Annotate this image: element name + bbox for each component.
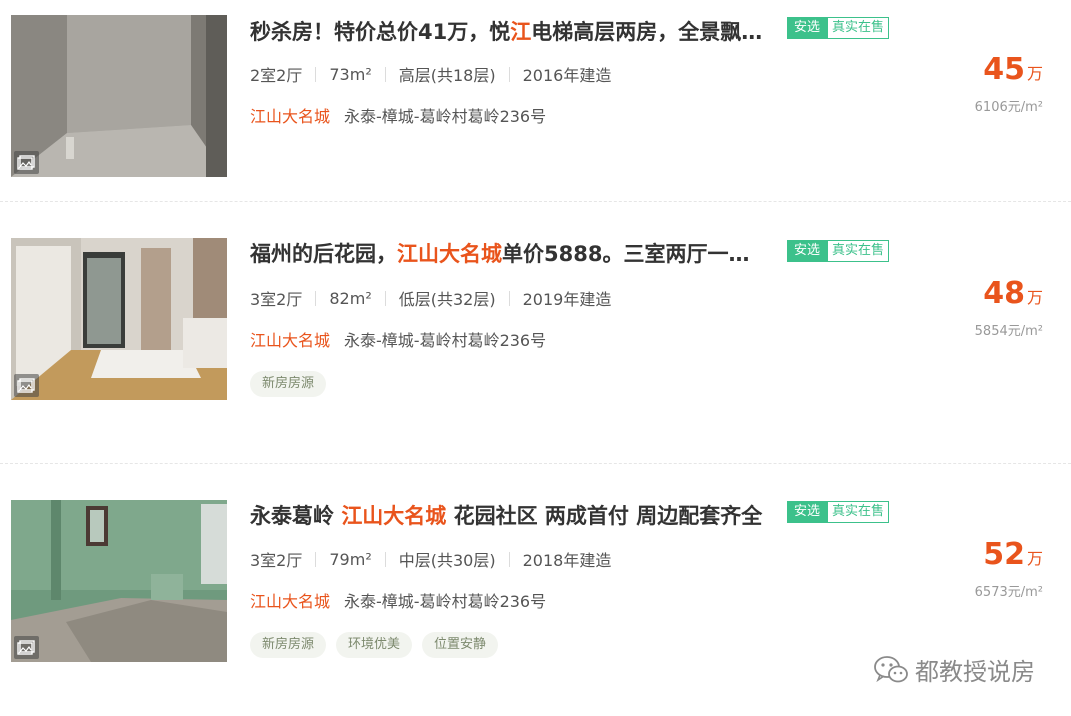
anxuan-badge: 安选: [787, 17, 828, 39]
listing-address: 江山大名城 永泰-樟城-葛岭村葛岭236号: [250, 103, 546, 127]
floor-area: 79m²: [329, 549, 372, 569]
tag-list: 新房房源: [250, 371, 336, 397]
gallery-icon: [14, 374, 39, 397]
unit-price: 6573元/m²: [974, 585, 1043, 600]
badge-group: 安选 真实在售: [787, 17, 890, 39]
build-year: 2016年建造: [522, 66, 612, 85]
real-sale-badge: 真实在售: [827, 17, 890, 39]
price-unit: 万: [1026, 549, 1043, 568]
divider: [384, 290, 386, 306]
badge-group: 安选 真实在售: [787, 501, 890, 523]
listing-address: 江山大名城 永泰-樟城-葛岭村葛岭236号: [250, 327, 546, 351]
listing-photo[interactable]: [11, 15, 227, 177]
divider: [384, 66, 386, 82]
watermark-text: 都教授说房: [915, 658, 1035, 686]
floor-level: 中层(共30层): [398, 551, 496, 570]
feature-tag: 新房房源: [250, 371, 327, 397]
build-year: 2019年建造: [522, 290, 612, 309]
listing-card[interactable]: 秒杀房！特价总价41万，悦江电梯高层两房，全景飘窗视野好 安选 真实在售 2室2…: [0, 0, 1071, 202]
room-photo: [11, 238, 227, 400]
listing-photo[interactable]: [11, 500, 227, 662]
title-text: 秒杀房！特价总价41万，悦: [250, 20, 511, 44]
real-sale-badge: 真实在售: [827, 501, 890, 523]
room-photo: [11, 500, 227, 662]
title-text: 永泰葛岭: [250, 504, 342, 528]
community-link[interactable]: 江山大名城: [250, 327, 330, 351]
community-link[interactable]: 江山大名城: [250, 103, 330, 127]
feature-tag: 环境优美: [336, 632, 413, 658]
floor-level: 高层(共18层): [398, 66, 496, 85]
divider: [508, 66, 510, 82]
badge-group: 安选 真实在售: [787, 240, 890, 262]
room-photo: [11, 15, 227, 177]
total-price: 52 万: [983, 537, 1043, 572]
watermark: 都教授说房: [873, 652, 1035, 687]
listing-info: 2室2厅 73m² 高层(共18层) 2016年建造: [250, 62, 611, 86]
listing-title[interactable]: 秒杀房！特价总价41万，悦江电梯高层两房，全景飘窗视野好: [250, 16, 770, 46]
total-price: 45 万: [983, 52, 1043, 87]
room-layout: 3室2厅: [250, 551, 303, 570]
room-layout: 2室2厅: [250, 66, 303, 85]
anxuan-badge: 安选: [787, 240, 828, 262]
tag-list: 新房房源 环境优美 位置安静: [250, 632, 508, 658]
feature-tag: 新房房源: [250, 632, 327, 658]
gallery-icon: [14, 636, 39, 659]
street-address: 永泰-樟城-葛岭村葛岭236号: [344, 592, 547, 611]
floor-area: 82m²: [329, 288, 372, 308]
divider: [508, 290, 510, 306]
title-highlight: 江山大名城: [397, 242, 502, 266]
divider: [384, 551, 386, 567]
price-value: 45: [983, 52, 1025, 87]
street-address: 永泰-樟城-葛岭村葛岭236号: [344, 107, 547, 126]
divider: [315, 290, 317, 306]
divider: [315, 551, 317, 567]
wechat-icon: [874, 655, 908, 682]
real-sale-badge: 真实在售: [827, 240, 890, 262]
total-price: 48 万: [983, 276, 1043, 311]
title-text: 花园社区 两成首付 周边配套齐全: [446, 504, 763, 528]
room-layout: 3室2厅: [250, 290, 303, 309]
community-link[interactable]: 江山大名城: [250, 588, 330, 612]
price-value: 48: [983, 276, 1025, 311]
anxuan-badge: 安选: [787, 501, 828, 523]
title-text: 电梯高层两房，全景飘窗视野好: [531, 20, 770, 44]
listing-title[interactable]: 福州的后花园，江山大名城单价5888。三室两厅一卫采光好: [250, 238, 770, 268]
title-highlight: 江: [510, 20, 532, 44]
title-text: 福州的后花园，: [250, 242, 397, 266]
price-unit: 万: [1026, 64, 1043, 83]
price-value: 52: [983, 537, 1025, 572]
listing-photo[interactable]: [11, 238, 227, 400]
listing-title[interactable]: 永泰葛岭 江山大名城 花园社区 两成首付 周边配套齐全: [250, 500, 770, 530]
listing-info: 3室2厅 79m² 中层(共30层) 2018年建造: [250, 547, 611, 571]
listing-info: 3室2厅 82m² 低层(共32层) 2019年建造: [250, 286, 611, 310]
listing-address: 江山大名城 永泰-樟城-葛岭村葛岭236号: [250, 588, 546, 612]
title-text: 单价5888。三室两厅一卫采光好: [502, 242, 770, 266]
listing-card[interactable]: 福州的后花园，江山大名城单价5888。三室两厅一卫采光好 安选 真实在售 3室2…: [0, 202, 1071, 464]
floor-area: 73m²: [329, 64, 372, 84]
unit-price: 6106元/m²: [974, 100, 1043, 115]
floor-level: 低层(共32层): [398, 290, 496, 309]
divider: [315, 66, 317, 82]
gallery-icon: [14, 151, 39, 174]
divider: [508, 551, 510, 567]
title-highlight: 江山大名城: [341, 504, 447, 528]
street-address: 永泰-樟城-葛岭村葛岭236号: [344, 331, 547, 350]
price-unit: 万: [1026, 288, 1043, 307]
unit-price: 5854元/m²: [974, 324, 1043, 339]
build-year: 2018年建造: [522, 551, 612, 570]
feature-tag: 位置安静: [422, 632, 499, 658]
